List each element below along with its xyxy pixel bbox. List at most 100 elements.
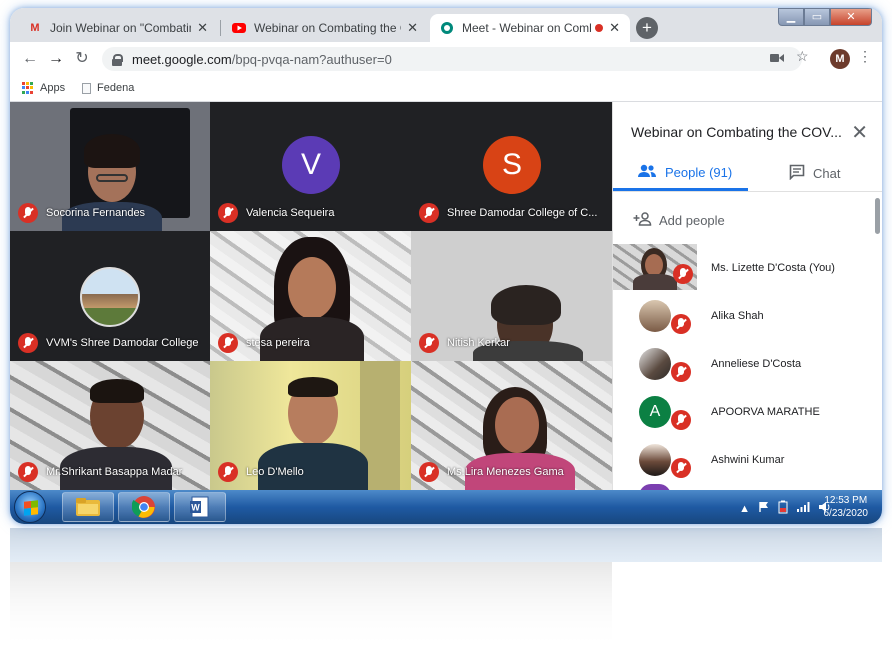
mic-off-icon (419, 333, 439, 353)
document-icon (82, 82, 91, 94)
tab-youtube[interactable]: Webinar on Combating the COV ✕ (222, 14, 428, 42)
forward-button[interactable]: → (46, 49, 66, 69)
participant-name: APOORVA MARATHE (711, 406, 820, 418)
camera-icon[interactable] (770, 50, 784, 66)
mic-off-icon (218, 203, 238, 223)
reflection-fade (10, 528, 882, 648)
clock-date: 6/23/2020 (823, 508, 869, 519)
svg-text:W: W (191, 503, 200, 513)
youtube-icon (232, 21, 246, 35)
participant-name: Valencia Sequeira (218, 203, 334, 223)
avatar (639, 348, 671, 380)
video-grid: Socorina Fernandes V Valencia Sequeira S… (10, 102, 612, 490)
avatar: S (483, 136, 541, 194)
side-panel: Webinar on Combating the COV... ✕ People… (612, 102, 882, 496)
windows-taskbar: W ▲ 12:53 PM 6/23/2020 (10, 490, 882, 524)
close-icon[interactable]: ✕ (609, 20, 620, 36)
participant-name: Socorina Fernandes (18, 203, 145, 223)
tab-label: Join Webinar on "Combating the (50, 21, 191, 35)
mic-off-icon (419, 203, 439, 223)
bookmark-label: Apps (40, 82, 66, 94)
taskbar-word[interactable]: W (174, 492, 226, 522)
network-signal-icon[interactable] (796, 501, 810, 516)
tab-chat[interactable]: Chat (789, 164, 840, 183)
recording-icon (595, 24, 604, 32)
mic-off-icon (671, 362, 691, 382)
video-tile[interactable]: S Shree Damodar College of C... (411, 102, 612, 231)
video-tile[interactable]: VVM's Shree Damodar College (10, 231, 210, 361)
back-button[interactable]: ← (20, 49, 40, 69)
reload-button[interactable]: ↻ (72, 49, 92, 69)
mic-off-icon (18, 203, 38, 223)
participant-name: Shree Damodar College of C... (419, 203, 597, 223)
college-logo (80, 267, 140, 327)
gmail-icon: M (30, 22, 40, 34)
video-tile[interactable]: Leo D'Mello (210, 361, 411, 490)
mic-off-icon (18, 333, 38, 353)
maximize-button[interactable]: ▭ (804, 8, 830, 26)
panel-scrollbar[interactable] (875, 198, 880, 234)
panel-title: Webinar on Combating the COV... (631, 124, 842, 140)
mic-off-icon (673, 264, 693, 284)
screenshot-frame: M Join Webinar on "Combating the ✕ Webin… (10, 8, 882, 524)
apps-grid-icon (22, 82, 34, 94)
tab-label: Meet - Webinar on Combatin (462, 21, 591, 35)
add-people-button[interactable]: Add people (633, 212, 725, 229)
participant-name: stesa pereira (218, 333, 310, 353)
chat-icon (789, 164, 805, 183)
bookmark-fedena[interactable]: Fedena (82, 82, 134, 94)
video-tile[interactable]: Nitish Kerkar (411, 231, 612, 361)
word-icon: W (190, 496, 209, 518)
video-tile[interactable]: V Valencia Sequeira (210, 102, 411, 231)
close-window-button[interactable]: ✕ (830, 8, 872, 26)
mic-off-icon (18, 462, 38, 482)
start-button[interactable] (14, 491, 46, 523)
url-path: /bpq-pvqa-nam?authuser=0 (231, 51, 392, 67)
profile-avatar[interactable]: M (830, 49, 850, 69)
video-tile[interactable]: Socorina Fernandes (10, 102, 210, 231)
list-item[interactable]: A APOORVA MARATHE (613, 388, 875, 436)
mic-off-icon (218, 462, 238, 482)
tab-gmail[interactable]: M Join Webinar on "Combating the ✕ (18, 14, 218, 42)
list-item[interactable]: Ms. Lizette D'Costa (You) (613, 244, 875, 292)
lock-icon (112, 53, 123, 66)
taskbar-clock[interactable]: 12:53 PM 6/23/2020 (824, 494, 869, 520)
bookmark-apps[interactable]: Apps (22, 82, 65, 94)
video-tile[interactable]: Mr.Shrikant Basappa Madar (10, 361, 210, 490)
video-tile[interactable]: stesa pereira (210, 231, 411, 361)
avatar: V (282, 136, 340, 194)
avatar: A (639, 396, 671, 428)
participant-name: Nitish Kerkar (419, 333, 510, 353)
participant-name: Ms. Lizette D'Costa (You) (711, 262, 835, 274)
participant-name: Anneliese D'Costa (711, 358, 802, 370)
menu-kebab-icon[interactable]: ⋮ (858, 48, 872, 65)
people-icon (637, 164, 657, 181)
tab-people[interactable]: People (91) (637, 164, 732, 181)
taskbar-explorer[interactable] (62, 492, 114, 522)
list-item[interactable]: Alika Shah (613, 292, 875, 340)
bookmark-star-icon[interactable]: ☆ (796, 48, 809, 65)
video-tile[interactable]: Ms.Lira Menezes Gama (411, 361, 612, 490)
avatar (639, 444, 671, 476)
close-icon[interactable]: ✕ (851, 120, 868, 145)
tab-meet[interactable]: Meet - Webinar on Combatin ✕ (430, 14, 630, 42)
close-icon[interactable]: ✕ (197, 20, 208, 36)
battery-icon[interactable] (778, 500, 788, 517)
mic-off-icon (671, 314, 691, 334)
mic-off-icon (419, 462, 439, 482)
add-person-icon (633, 212, 653, 229)
show-hidden-icons[interactable]: ▲ (739, 503, 750, 515)
list-item[interactable]: Anneliese D'Costa (613, 340, 875, 388)
new-tab-button[interactable]: + (636, 17, 658, 39)
action-center-flag-icon[interactable] (758, 501, 770, 516)
minimize-button[interactable]: ▁ (778, 8, 804, 26)
address-bar[interactable]: meet.google.com/bpq-pvqa-nam?authuser=0 (102, 47, 802, 71)
mic-off-icon (671, 458, 691, 478)
bookmarks-bar: Apps Fedena (10, 76, 882, 102)
close-icon[interactable]: ✕ (407, 20, 418, 36)
taskbar-chrome[interactable] (118, 492, 170, 522)
mic-off-icon (218, 333, 238, 353)
list-item[interactable]: Ashwini Kumar (613, 436, 875, 484)
folder-icon (76, 498, 100, 516)
url-host: meet.google.com (132, 51, 232, 67)
